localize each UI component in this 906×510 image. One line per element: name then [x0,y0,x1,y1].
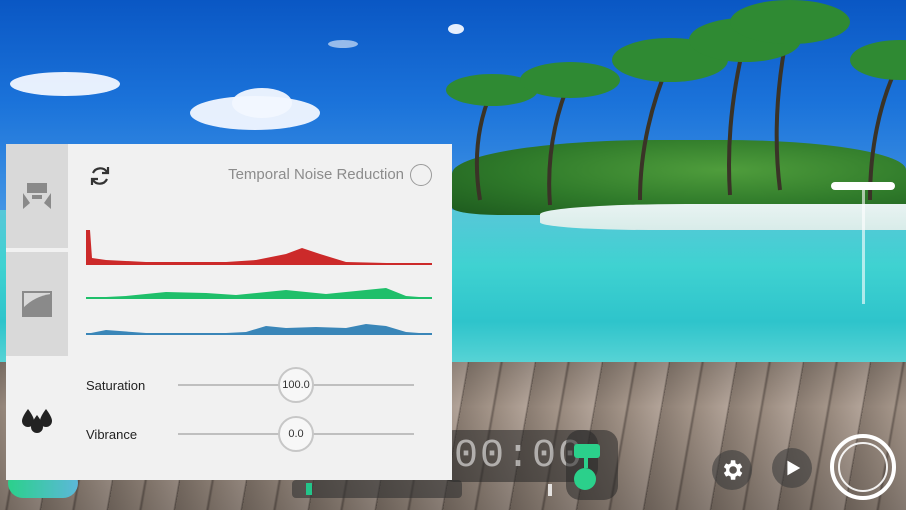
saturation-label: Saturation [86,378,146,393]
vibrance-label: Vibrance [86,427,138,442]
photo-mode-icon [574,468,596,490]
reset-button[interactable] [86,162,114,190]
sand-strip [540,204,906,230]
palm-trees [446,0,906,206]
storage-fill [306,483,312,495]
settings-button[interactable] [712,450,752,490]
timer-indicator [548,484,552,496]
record-icon [838,442,888,492]
tab-curves[interactable] [6,252,68,356]
play-icon [787,460,801,476]
refresh-icon [90,167,110,185]
histogram-blue [86,324,432,335]
camera-mode-toggle[interactable] [566,430,618,500]
cloud [328,40,358,48]
temporal-noise-reduction-toggle[interactable] [410,164,432,186]
vibrance-slider-knob[interactable]: 0.0 [278,416,314,452]
zoom-slider-thumb[interactable] [831,182,895,190]
tab-exposure[interactable] [6,144,68,248]
cloud [232,88,292,118]
cloud [10,72,120,96]
tab-color[interactable] [6,358,68,480]
storage-bar [292,480,462,498]
curves-icon [22,291,52,317]
camera-screen: 00:00 Temporal Noise Reduction Saturatio… [0,0,906,510]
saturation-slider-knob[interactable]: 100.0 [278,367,314,403]
histogram-red [86,230,432,265]
color-drops-icon [22,409,52,433]
image-settings-panel: Temporal Noise Reduction Saturation 100.… [6,144,452,480]
zoom-slider-track[interactable] [862,186,865,304]
settings-gear-icon [723,460,743,480]
record-button[interactable] [830,434,896,500]
playback-button[interactable] [772,448,812,488]
temporal-noise-reduction-label: Temporal Noise Reduction [228,166,404,183]
video-mode-icon [574,444,600,458]
exposure-icon [23,183,51,209]
mode-connector [584,458,588,468]
histogram-green [86,288,432,299]
